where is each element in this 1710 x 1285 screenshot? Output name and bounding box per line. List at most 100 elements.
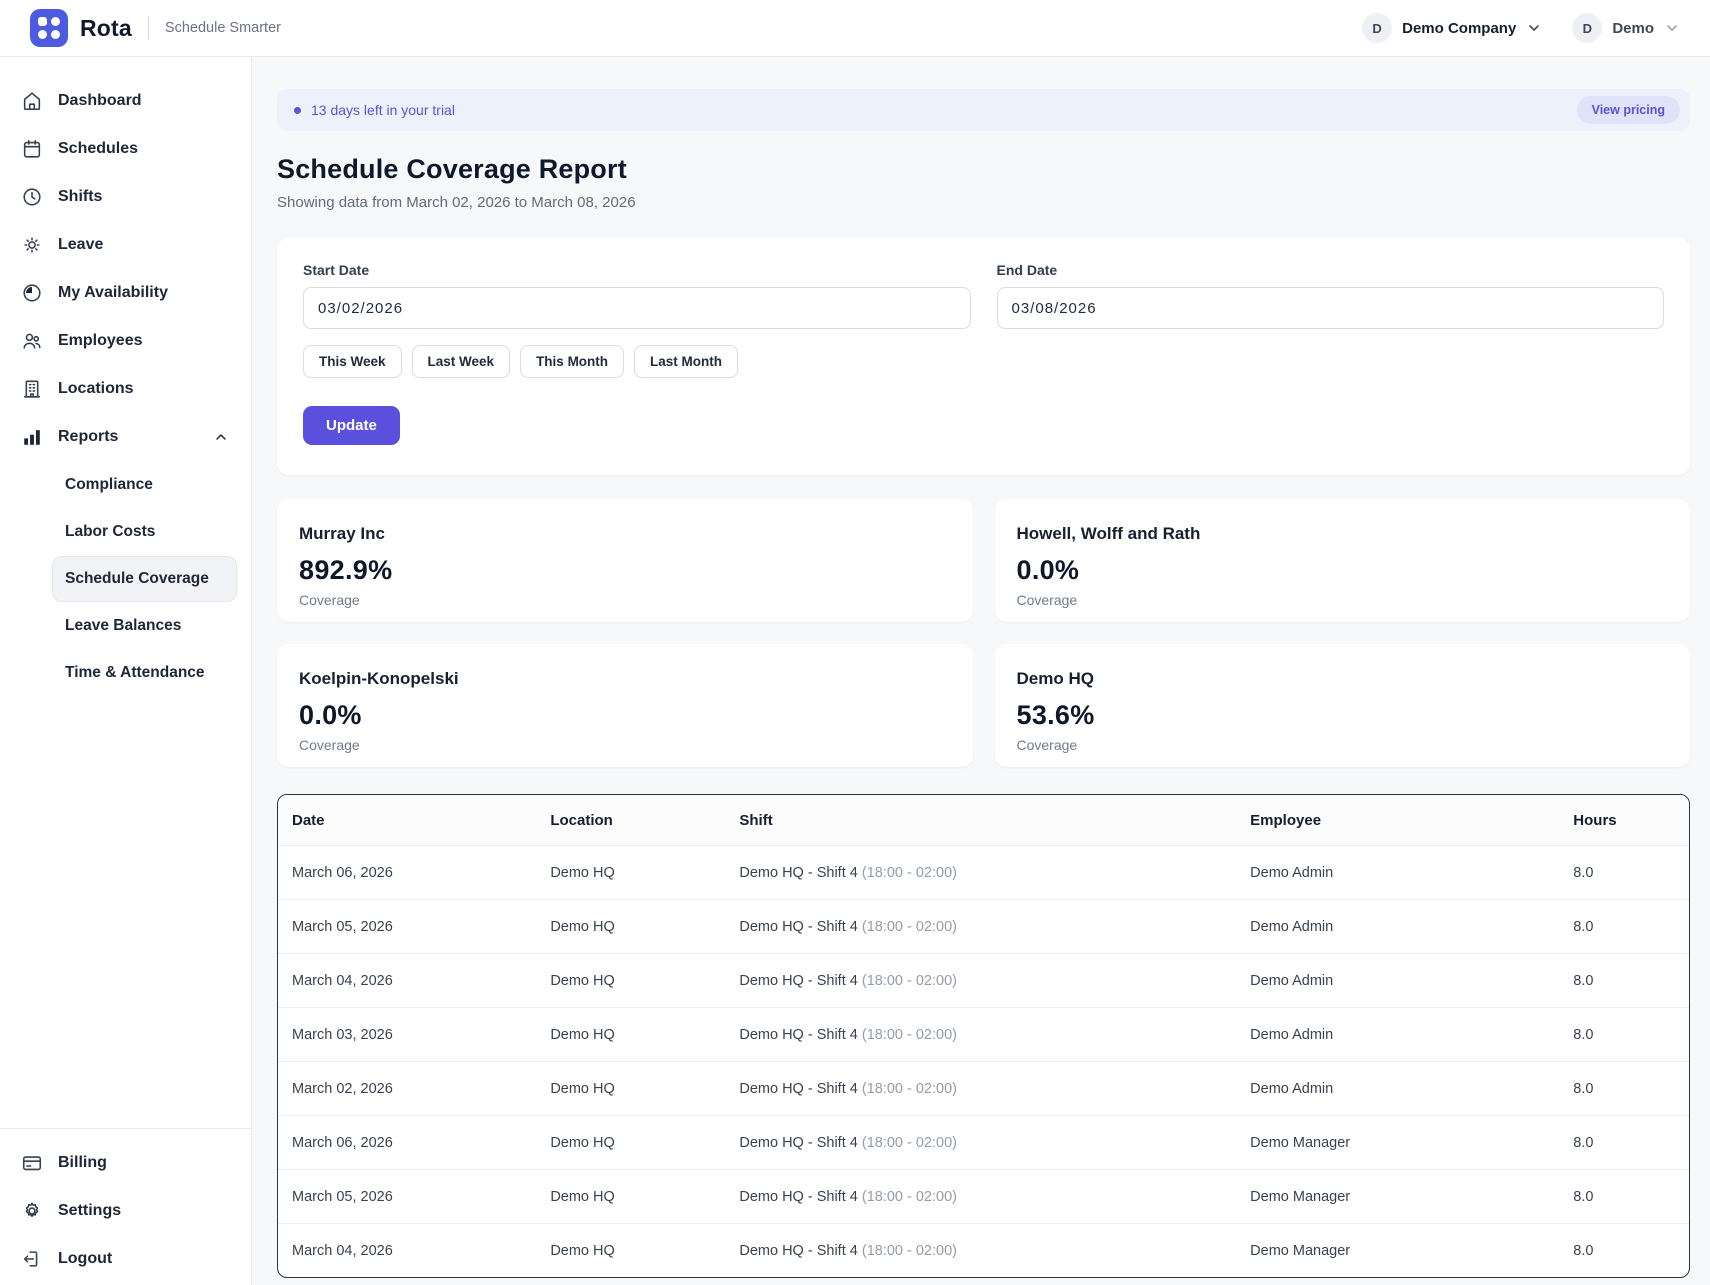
cell-hours: 8.0 [1573,1008,1689,1062]
table-header-row: DateLocationShiftEmployeeHours [278,795,1689,846]
metric-caption: Coverage [1017,592,1669,608]
clock-icon [21,186,43,208]
column-header-shift: Shift [739,795,1250,846]
sidebar-item-schedule-coverage[interactable]: Schedule Coverage [52,556,237,602]
start-date-input[interactable] [303,287,971,329]
metric-value: 0.0% [1017,555,1669,586]
cell-hours: 8.0 [1573,1062,1689,1116]
cell-date: March 04, 2026 [278,1224,550,1278]
quick-range-this-week[interactable]: This Week [303,345,402,378]
home-icon [21,90,43,112]
sidebar-item-label: Employees [58,332,142,350]
quick-range-last-month[interactable]: Last Month [634,345,738,378]
column-header-location: Location [550,795,739,846]
company-avatar: D [1362,13,1392,43]
sidebar-item-settings[interactable]: Settings [0,1187,251,1235]
cell-location: Demo HQ [550,1224,739,1278]
cell-employee: Demo Manager [1250,1116,1573,1170]
sidebar-item-my-availability[interactable]: My Availability [0,269,251,317]
sidebar-item-reports[interactable]: Reports [0,413,251,461]
sidebar-item-leave[interactable]: Leave [0,221,251,269]
user-menu[interactable]: D Demo [1572,13,1680,43]
sidebar-item-label: Locations [58,380,134,398]
metric-card-murray-inc: Murray Inc 892.9% Coverage [277,499,973,622]
sidebar-item-compliance[interactable]: Compliance [52,462,237,508]
metric-name: Howell, Wolff and Rath [1017,524,1669,544]
sidebar-item-employees[interactable]: Employees [0,317,251,365]
metric-caption: Coverage [1017,737,1669,753]
metric-value: 53.6% [1017,700,1669,731]
update-button[interactable]: Update [303,406,400,445]
user-name: Demo [1612,20,1654,37]
cell-hours: 8.0 [1573,954,1689,1008]
table-row: March 05, 2026 Demo HQ Demo HQ - Shift 4… [278,900,1689,954]
end-date-input[interactable] [997,287,1665,329]
cell-location: Demo HQ [550,900,739,954]
cell-shift: Demo HQ - Shift 4 (18:00 - 02:00) [739,1008,1250,1062]
sidebar-item-label: Settings [58,1202,121,1220]
table-row: March 06, 2026 Demo HQ Demo HQ - Shift 4… [278,846,1689,900]
cell-hours: 8.0 [1573,1116,1689,1170]
sidebar-item-logout[interactable]: Logout [0,1235,251,1283]
chevron-down-icon [1664,20,1680,36]
sidebar-item-leave-balances[interactable]: Leave Balances [52,603,237,649]
main-content: 13 days left in your trial View pricing … [252,57,1710,1285]
column-header-date: Date [278,795,550,846]
quick-range-this-month[interactable]: This Month [520,345,624,378]
metric-value: 0.0% [299,700,951,731]
sidebar-item-dashboard[interactable]: Dashboard [0,77,251,125]
metric-name: Murray Inc [299,524,951,544]
table-row: March 05, 2026 Demo HQ Demo HQ - Shift 4… [278,1170,1689,1224]
chevron-up-icon [213,429,229,445]
sidebar-item-time-attendance[interactable]: Time & Attendance [52,650,237,696]
sidebar-item-billing[interactable]: Billing [0,1139,251,1187]
page-subtitle: Showing data from March 02, 2026 to Marc… [277,194,1690,211]
sidebar-item-locations[interactable]: Locations [0,365,251,413]
filter-card: Start Date End Date This WeekLast WeekTh… [277,238,1690,475]
coverage-metrics: Murray Inc 892.9% Coverage Howell, Wolff… [277,499,1690,767]
sidebar-item-label: Billing [58,1154,107,1172]
page-title: Schedule Coverage Report [277,154,1690,185]
cell-employee: Demo Admin [1250,900,1573,954]
trial-message: 13 days left in your trial [311,102,455,118]
cell-location: Demo HQ [550,1170,739,1224]
shift-time: (18:00 - 02:00) [862,865,957,881]
calendar-icon [21,138,43,160]
cell-shift: Demo HQ - Shift 4 (18:00 - 02:00) [739,1062,1250,1116]
cell-location: Demo HQ [550,846,739,900]
sidebar-item-label: Schedules [58,140,138,158]
shift-time: (18:00 - 02:00) [862,1081,957,1097]
cell-location: Demo HQ [550,1062,739,1116]
end-date-label: End Date [997,262,1665,278]
sidebar-item-shifts[interactable]: Shifts [0,173,251,221]
sidebar-item-labor-costs[interactable]: Labor Costs [52,509,237,555]
sun-icon [21,234,43,256]
cell-hours: 8.0 [1573,1170,1689,1224]
cell-shift: Demo HQ - Shift 4 (18:00 - 02:00) [739,1116,1250,1170]
company-switcher[interactable]: D Demo Company [1362,13,1542,43]
shift-time: (18:00 - 02:00) [862,919,957,935]
cell-employee: Demo Manager [1250,1170,1573,1224]
metric-caption: Coverage [299,592,951,608]
shift-time: (18:00 - 02:00) [862,1135,957,1151]
brand-name: Rota [80,15,132,42]
coverage-table: DateLocationShiftEmployeeHours March 06,… [278,795,1689,1277]
brand-tagline: Schedule Smarter [165,20,281,36]
cell-employee: Demo Admin [1250,1008,1573,1062]
view-pricing-button[interactable]: View pricing [1577,96,1680,124]
quick-range-last-week[interactable]: Last Week [412,345,511,378]
sidebar-nav: Dashboard Schedules Shifts Leave My Avai… [0,77,251,697]
cell-shift: Demo HQ - Shift 4 (18:00 - 02:00) [739,846,1250,900]
gear-icon [21,1200,43,1222]
sidebar-item-label: Leave [58,236,103,254]
sidebar-item-label: Shifts [58,188,102,206]
sidebar-item-schedules[interactable]: Schedules [0,125,251,173]
shift-time: (18:00 - 02:00) [862,973,957,989]
shift-time: (18:00 - 02:00) [862,1027,957,1043]
credit-card-icon [21,1152,43,1174]
cell-employee: Demo Manager [1250,1224,1573,1278]
cell-location: Demo HQ [550,1116,739,1170]
cell-employee: Demo Admin [1250,954,1573,1008]
metric-card-howell-wolff-and-rath: Howell, Wolff and Rath 0.0% Coverage [995,499,1691,622]
building-icon [21,378,43,400]
